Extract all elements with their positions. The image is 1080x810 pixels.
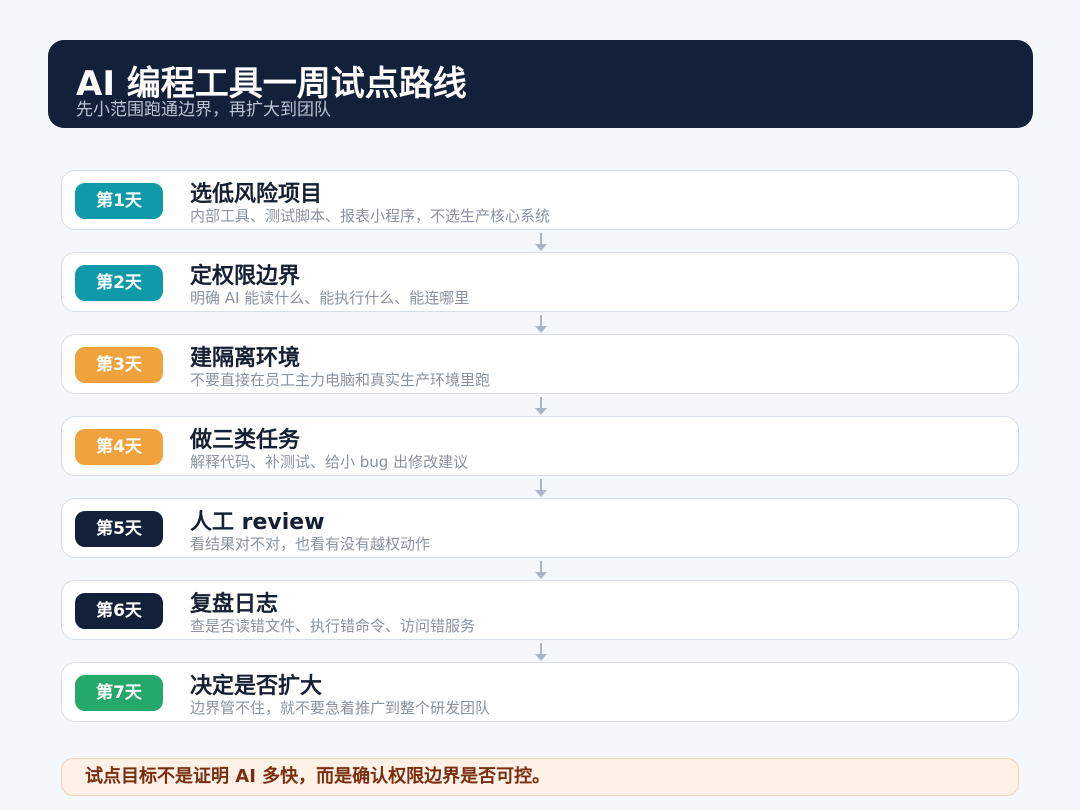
step-description: 内部工具、测试脚本、报表小程序，不选生产核心系统 (190, 207, 551, 225)
step-card-day-5: 第5天 人工 review 看结果对不对，也看有没有越权动作 (61, 498, 1019, 579)
step-card-day-7: 第7天 决定是否扩大 边界管不住，就不要急着推广到整个研发团队 (61, 662, 1019, 722)
down-arrow-icon (535, 395, 547, 417)
day-badge: 第1天 (75, 183, 163, 219)
pilot-steps-list: 第1天 选低风险项目 内部工具、测试脚本、报表小程序，不选生产核心系统 第2天 … (61, 170, 1019, 722)
day-badge: 第5天 (75, 511, 163, 547)
down-arrow-icon (535, 559, 547, 581)
day-badge: 第3天 (75, 347, 163, 383)
step-card-day-2: 第2天 定权限边界 明确 AI 能读什么、能执行什么、能连哪里 (61, 252, 1019, 333)
step-title: 人工 review (190, 510, 325, 535)
day-badge: 第6天 (75, 593, 163, 629)
day-badge: 第2天 (75, 265, 163, 301)
day-badge: 第7天 (75, 675, 163, 711)
step-title: 做三类任务 (190, 428, 301, 453)
step-card-day-4: 第4天 做三类任务 解释代码、补测试、给小 bug 出修改建议 (61, 416, 1019, 497)
page-header: AI 编程工具一周试点路线 先小范围跑通边界，再扩大到团队 (48, 40, 1033, 128)
step-description: 不要直接在员工主力电脑和真实生产环境里跑 (190, 371, 491, 389)
pilot-goal-note: 试点目标不是证明 AI 多快，而是确认权限边界是否可控。 (61, 758, 1019, 796)
step-card-day-6: 第6天 复盘日志 查是否读错文件、执行错命令、访问错服务 (61, 580, 1019, 661)
day-badge: 第4天 (75, 429, 163, 465)
step-description: 查是否读错文件、执行错命令、访问错服务 (190, 617, 476, 635)
down-arrow-icon (535, 231, 547, 253)
step-title: 选低风险项目 (190, 182, 323, 207)
down-arrow-icon (535, 477, 547, 499)
step-title: 建隔离环境 (190, 346, 301, 371)
step-title: 复盘日志 (190, 592, 279, 617)
step-description: 明确 AI 能读什么、能执行什么、能连哪里 (190, 289, 470, 307)
down-arrow-icon (535, 641, 547, 663)
step-title: 决定是否扩大 (190, 674, 323, 699)
step-description: 看结果对不对，也看有没有越权动作 (190, 535, 431, 553)
page-subtitle: 先小范围跑通边界，再扩大到团队 (76, 100, 331, 120)
page-title: AI 编程工具一周试点路线 (76, 64, 467, 104)
step-card-day-3: 第3天 建隔离环境 不要直接在员工主力电脑和真实生产环境里跑 (61, 334, 1019, 415)
step-card-day-1: 第1天 选低风险项目 内部工具、测试脚本、报表小程序，不选生产核心系统 (61, 170, 1019, 251)
step-description: 解释代码、补测试、给小 bug 出修改建议 (190, 453, 469, 471)
down-arrow-icon (535, 313, 547, 335)
step-description: 边界管不住，就不要急着推广到整个研发团队 (190, 699, 491, 717)
step-title: 定权限边界 (190, 264, 301, 289)
